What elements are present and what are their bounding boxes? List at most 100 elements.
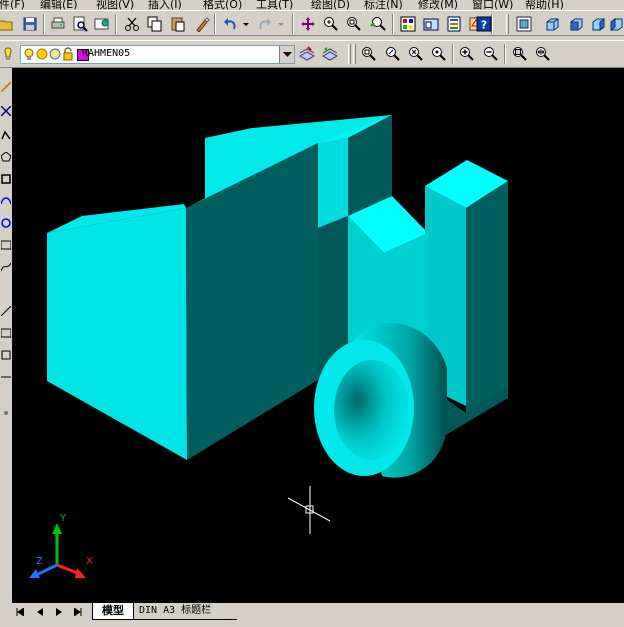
save-icon[interactable] [20, 14, 40, 33]
layer-previous-icon[interactable] [320, 44, 340, 63]
arc-icon[interactable] [0, 196, 12, 206]
point-icon[interactable] [1, 372, 11, 382]
crosshair-cursor [287, 486, 331, 534]
toolbar-grip[interactable] [353, 44, 356, 64]
layer-thaw-icon[interactable] [36, 47, 48, 64]
make-object-layer-current-icon[interactable] [297, 44, 317, 63]
undo-dropdown-icon[interactable] [241, 14, 251, 33]
prev-tab-icon[interactable] [34, 606, 46, 618]
spline-icon[interactable] [0, 262, 12, 272]
menu-dimension[interactable]: 标注(N) [364, 0, 403, 10]
ucs-y-label: Y [59, 513, 67, 524]
current-layer-name: RAHMEN05 [82, 48, 131, 59]
front-view-icon[interactable] [566, 14, 586, 33]
svg-text:?: ? [481, 18, 487, 31]
model-face-left-front [47, 208, 187, 460]
publish-icon[interactable] [92, 14, 112, 33]
layout-tabs-bar: 模型 DIN A3 标题栏 [0, 603, 624, 627]
rectangle-icon[interactable] [1, 174, 11, 184]
draw-toolbar [0, 68, 12, 598]
layer-lock-icon[interactable] [62, 46, 74, 64]
zoom-scale-icon[interactable] [406, 44, 426, 63]
line-tool-icon[interactable] [0, 81, 12, 93]
ucs-icon: Y X Z [29, 513, 93, 578]
toolbar-separator [292, 14, 294, 34]
menu-edit[interactable]: 编辑(E) [40, 0, 78, 10]
model-face-fork-side [466, 181, 508, 413]
print-icon[interactable] [48, 14, 68, 33]
zoom-all-icon[interactable] [510, 44, 530, 63]
zoom-center-icon[interactable] [429, 44, 449, 63]
layer-dropdown[interactable]: RAHMEN05 [20, 45, 295, 64]
zoom-extents-icon[interactable] [533, 44, 553, 63]
help-icon[interactable]: ? [474, 14, 494, 33]
tab-model[interactable]: 模型 [92, 603, 134, 620]
ucs-x-label: X [86, 556, 93, 567]
menu-view[interactable]: 视图(V) [96, 0, 134, 10]
circle-icon[interactable] [1, 218, 11, 228]
menu-draw[interactable]: 绘图(D) [311, 0, 350, 10]
polygon-icon[interactable] [0, 151, 12, 162]
zoom-window-icon[interactable] [359, 44, 379, 63]
menu-insert[interactable]: 插入(I) [148, 0, 182, 10]
standard-toolbar: ? [0, 10, 624, 36]
make-block-icon[interactable] [1, 350, 11, 360]
zoom-previous-icon[interactable] [368, 14, 388, 33]
redo-dropdown-icon[interactable] [276, 14, 286, 33]
menu-tools[interactable]: 工具(T) [256, 0, 293, 10]
paste-icon[interactable] [168, 14, 188, 33]
tool-palettes-icon[interactable] [444, 14, 464, 33]
model-face-rib-front [318, 138, 348, 228]
copy-icon[interactable] [145, 14, 165, 33]
revision-cloud-icon[interactable] [0, 240, 12, 250]
toolbar-grip[interactable] [348, 44, 351, 64]
undo-icon[interactable] [220, 14, 240, 33]
first-tab-icon[interactable] [14, 606, 26, 618]
layer-properties-icon[interactable] [0, 44, 18, 63]
left-view-icon[interactable] [588, 14, 608, 33]
menu-bar: 件(F) 编辑(E) 视图(V) 插入(I) 格式(O) 工具(T) 绘图(D)… [0, 0, 624, 10]
insert-block-icon[interactable] [0, 328, 12, 338]
menu-modify[interactable]: 修改(M) [418, 0, 458, 10]
ellipse-icon[interactable] [0, 305, 12, 317]
design-center-icon[interactable] [421, 14, 441, 33]
horizontal-scrollbar[interactable] [236, 606, 624, 618]
match-properties-icon[interactable] [192, 14, 212, 33]
right-view-icon[interactable] [606, 14, 624, 33]
redo-icon[interactable] [255, 14, 275, 33]
pan-realtime-icon[interactable] [298, 14, 318, 33]
zoom-realtime-icon[interactable] [321, 14, 341, 33]
toolbar-grip[interactable] [506, 14, 509, 34]
layer-freeze-viewport-icon[interactable] [49, 47, 61, 64]
menu-help[interactable]: 帮助(H) [525, 0, 564, 10]
toolbar-separator [392, 14, 394, 34]
model-canvas: Y X Z [29, 115, 508, 578]
tab-layout-din-a3[interactable]: DIN A3 标题栏 [133, 603, 237, 620]
print-preview-icon[interactable] [70, 14, 90, 33]
3d-solid-model[interactable] [47, 115, 508, 478]
hatch-icon[interactable] [1, 408, 11, 418]
toolbar-separator [115, 14, 117, 34]
chevron-down-icon[interactable] [279, 46, 294, 63]
next-tab-icon[interactable] [53, 606, 65, 618]
menu-window[interactable]: 窗口(W) [472, 0, 513, 10]
menu-format[interactable]: 格式(O) [203, 0, 242, 10]
zoom-out-icon[interactable] [481, 44, 501, 63]
named-views-icon[interactable] [514, 14, 534, 33]
zoom-window-icon[interactable] [344, 14, 364, 33]
polyline-icon[interactable] [1, 130, 11, 140]
layer-on-icon[interactable] [23, 47, 35, 64]
cut-icon[interactable] [122, 14, 142, 33]
zoom-dynamic-icon[interactable] [383, 44, 403, 63]
zoom-in-icon[interactable] [457, 44, 477, 63]
menu-file[interactable]: 件(F) [0, 0, 25, 10]
last-tab-icon[interactable] [72, 606, 84, 618]
open-icon[interactable] [0, 14, 16, 33]
construction-line-icon[interactable] [0, 105, 12, 117]
properties-icon[interactable] [398, 14, 418, 33]
toolbar-separator [43, 14, 45, 34]
model-space-viewport[interactable]: Y X Z [12, 68, 624, 603]
top-view-icon[interactable] [542, 14, 562, 33]
toolbar-separator [214, 14, 216, 34]
model-cylinder-hole [334, 360, 410, 460]
